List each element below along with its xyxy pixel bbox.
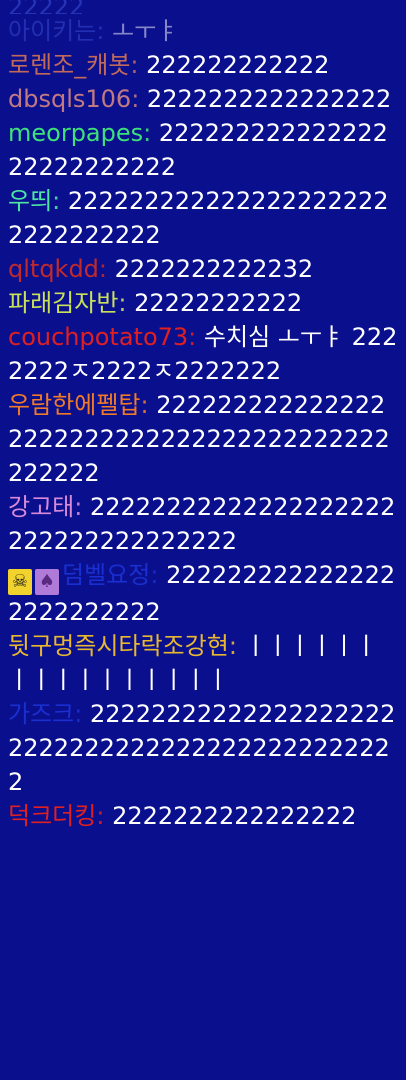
chat-message: 뒷구멍즉시타락조강현: ㅣㅣㅣㅣㅣㅣㅣㅣㅣㅣㅣㅣㅣㅣㅣㅣ (8, 629, 398, 697)
chat-username[interactable]: 아이키는 (8, 17, 96, 45)
chat-message-text: ㅗㅜㅑ (112, 17, 179, 45)
username-separator: : (98, 255, 108, 283)
chat-username[interactable]: 우띄 (8, 187, 52, 215)
username-separator: : (96, 17, 105, 45)
username-separator: : (150, 561, 159, 589)
username-separator: : (140, 391, 149, 419)
chat-message: dbsqls106: 2222222222222222 (8, 82, 398, 116)
skull-badge-icon: ☠ (8, 569, 32, 595)
chat-message-text: 2222222222222222 (112, 802, 357, 830)
chat-username[interactable]: 뒷구멍즉시타락조강현 (8, 632, 229, 660)
username-separator: : (74, 493, 83, 521)
chat-message: 가즈크: 22222222222222222222222222222222222… (8, 697, 398, 799)
username-separator: : (74, 700, 83, 728)
username-separator: : (52, 187, 61, 215)
username-separator: : (143, 119, 152, 147)
chat-message: 파래김자반: 22222222222 (8, 286, 398, 320)
username-separator: : (131, 85, 140, 113)
message-list: 아이키는: ㅗㅜㅑ 로렌조_캐봇: 222222222222 dbsqls106: … (8, 14, 398, 833)
chat-username[interactable]: 덤벨요정 (62, 561, 150, 589)
chat-message: qltqkdd: 2222222222232 (8, 252, 398, 286)
spade-badge-icon: ♠ (35, 569, 59, 595)
chat-username[interactable]: 우람한에펠탑 (8, 391, 140, 419)
chat-message: couchpotato73: 수치심 ㅗㅜㅑ 2222222ㅈ2222ㅈ2222… (8, 320, 398, 388)
chat-message: 우람한에펠탑: 22222222222222222222222222222222… (8, 388, 398, 490)
chat-message: 강고태: 22222222222222222222222222222222222 (8, 490, 398, 558)
username-separator: : (118, 289, 127, 317)
chat-message-text: 22222222222 (134, 289, 303, 317)
chat-username[interactable]: meorpapes (8, 119, 143, 147)
chat-message-text: 2222222222232 (114, 255, 314, 283)
username-separator: : (188, 323, 197, 351)
chat-message: 로렌조_캐봇: 222222222222 (8, 48, 398, 82)
chat-username[interactable]: qltqkdd (8, 255, 99, 283)
chat-message: 우띄: 2222222222222222222222222222222 (8, 184, 398, 252)
chat-message: 덕크더킹: 2222222222222222 (8, 799, 398, 833)
username-separator: : (228, 632, 237, 660)
username-separator: : (96, 802, 105, 830)
chat-username[interactable]: 강고태 (8, 493, 74, 521)
chat-message-text: 2222222222222222222222222222222 (8, 187, 389, 249)
chat-username[interactable]: 덕크더킹 (8, 802, 96, 830)
chat-username[interactable]: dbsqls106 (8, 85, 131, 113)
chat-message-text: 222222222222 (146, 51, 330, 79)
chat-message: 아이키는: ㅗㅜㅑ (8, 14, 398, 48)
chat-username[interactable]: couchpotato73 (8, 323, 188, 351)
chat-username[interactable]: 로렌조_캐봇 (8, 51, 130, 79)
chat-username[interactable]: 파래김자반 (8, 289, 118, 317)
chat-log: 22222 아이키는: ㅗㅜㅑ 로렌조_캐봇: 222222222222 dbsql… (0, 0, 406, 1080)
chat-message-text: 2222222222222222 (146, 85, 392, 113)
username-separator: : (130, 51, 139, 79)
chat-message: ☠ ♠ 덤벨요정: 2222222222222222222222222 (8, 558, 398, 629)
chat-message: meorpapes: 22222222222222222222222222 (8, 116, 398, 184)
partial-message-top: 22222 (8, 0, 85, 14)
chat-username[interactable]: 가즈크 (8, 700, 74, 728)
